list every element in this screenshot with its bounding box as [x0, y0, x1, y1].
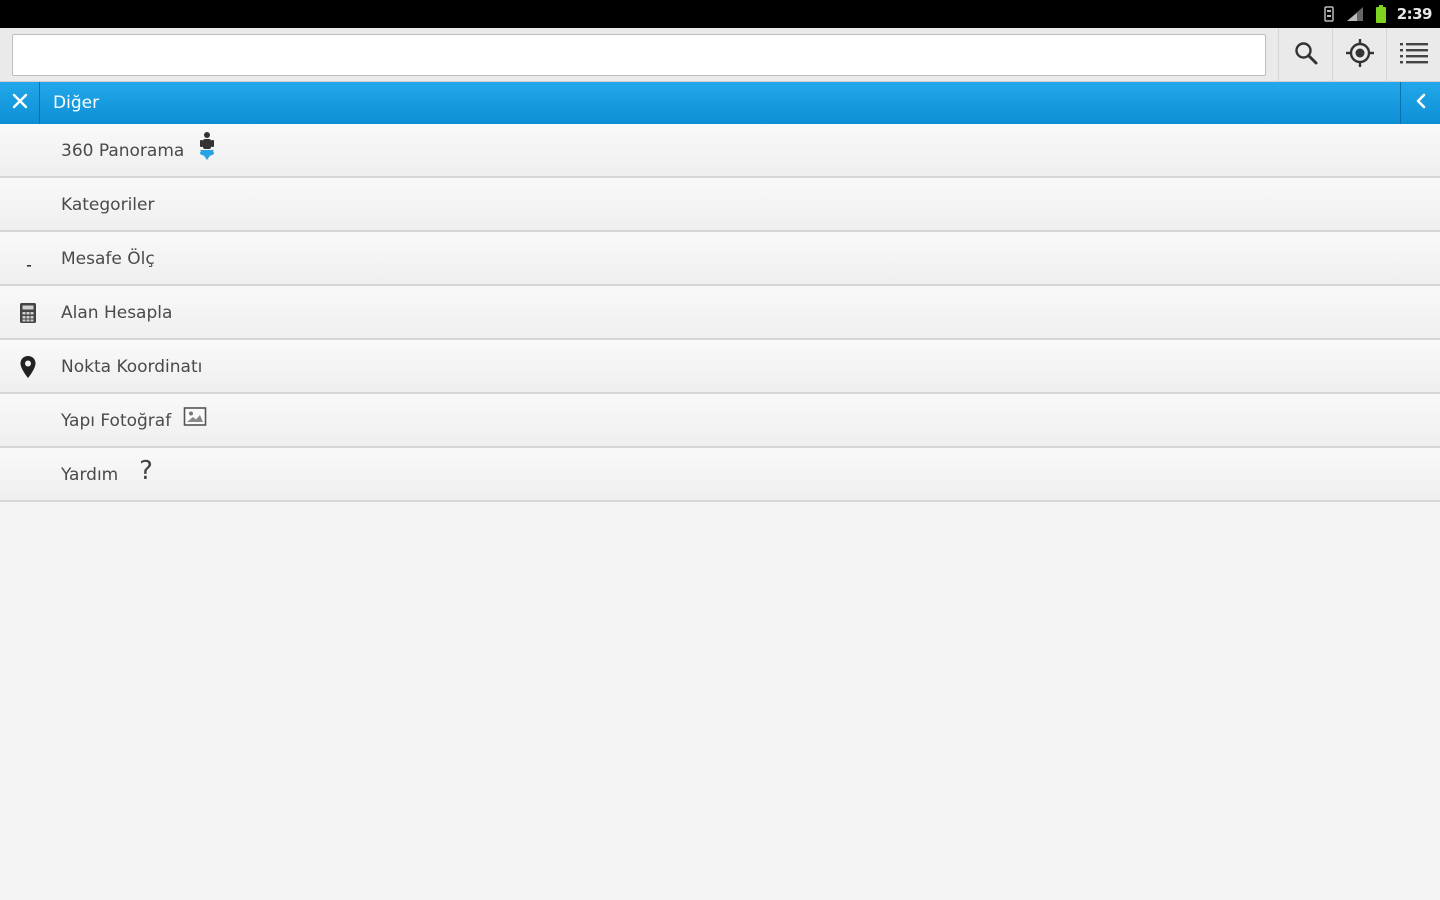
- location-pin-icon: [14, 353, 42, 381]
- locate-button[interactable]: [1332, 28, 1386, 82]
- menu-item-label: Yardım: [61, 465, 119, 485]
- menu-item-label: Mesafe Ölç: [61, 249, 155, 269]
- menu-item-label: Yapı Fotoğraf: [61, 411, 172, 431]
- menu-item-label: Nokta Koordinatı: [61, 357, 203, 377]
- usb-debug-icon: [1323, 6, 1335, 22]
- calculator-icon: [14, 299, 42, 327]
- back-button[interactable]: [1400, 82, 1440, 124]
- signal-icon: [1345, 6, 1365, 22]
- list-menu-button[interactable]: [1386, 28, 1440, 82]
- close-button[interactable]: [0, 82, 40, 124]
- chevron-left-icon: [1414, 92, 1428, 114]
- menu-item-label: 360 Panorama: [61, 141, 185, 161]
- battery-icon: [1375, 5, 1387, 23]
- ruler-icon: [14, 245, 42, 273]
- menu-item-yapi-fotograf[interactable]: Yapı Fotoğraf: [0, 394, 1440, 448]
- search-button[interactable]: [1278, 28, 1332, 82]
- image-icon: [180, 400, 210, 434]
- status-bar: 2:39: [0, 0, 1440, 28]
- search-icon: [1293, 40, 1319, 70]
- pegman-icon: [192, 130, 222, 164]
- question-icon: ?: [139, 456, 153, 486]
- list-menu-icon: [1399, 40, 1429, 70]
- menu-item-mesafe-olc[interactable]: Mesafe Ölç: [0, 232, 1440, 286]
- panel-title: Diğer: [53, 93, 100, 113]
- menu-item-kategoriler[interactable]: Kategoriler: [0, 178, 1440, 232]
- toolbar: [0, 28, 1440, 82]
- menu-item-label: Kategoriler: [61, 195, 155, 215]
- panel-header: Diğer: [0, 82, 1440, 124]
- menu-item-alan-hesapla[interactable]: Alan Hesapla: [0, 286, 1440, 340]
- menu-item-360-panorama[interactable]: 360 Panorama: [0, 124, 1440, 178]
- menu-item-yardim[interactable]: Yardım ?: [0, 448, 1440, 502]
- menu-item-label: Alan Hesapla: [61, 303, 173, 323]
- menu-list: 360 Panorama Kategoriler Mesafe Ölç Alan…: [0, 124, 1440, 502]
- search-input[interactable]: [12, 34, 1266, 76]
- menu-item-nokta-koordinati[interactable]: Nokta Koordinatı: [0, 340, 1440, 394]
- status-clock: 2:39: [1396, 5, 1433, 23]
- status-icons: 2:39: [1323, 4, 1433, 24]
- locate-icon: [1345, 38, 1375, 72]
- close-icon: [12, 93, 28, 113]
